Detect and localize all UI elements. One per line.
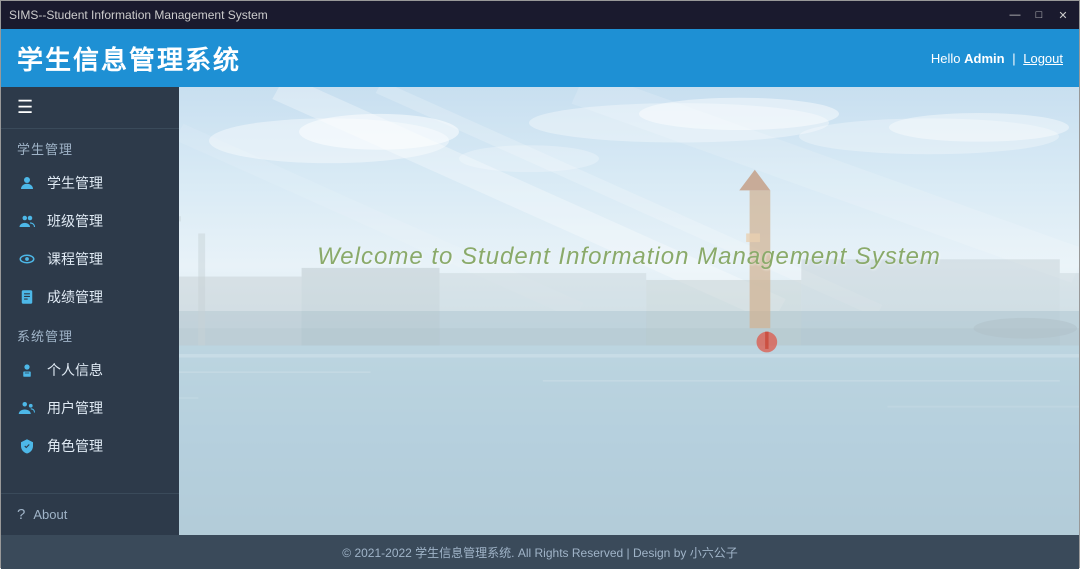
sidebar-item-label: 用户管理: [47, 398, 103, 418]
person-icon: [17, 173, 37, 193]
sidebar-toggle-button[interactable]: ☰: [1, 87, 179, 129]
person-badge-icon: [17, 360, 37, 380]
window-controls: — □ ✕: [1007, 7, 1071, 23]
sidebar-item-class-mgmt[interactable]: 班级管理: [1, 202, 179, 240]
group-icon: [17, 211, 37, 231]
sidebar: ☰ 学生管理 学生管理 班级管理: [1, 87, 179, 535]
minimize-button[interactable]: —: [1007, 7, 1023, 23]
about-button[interactable]: ? About: [1, 493, 179, 535]
title-bar: SIMS--Student Information Management Sys…: [1, 1, 1079, 29]
sidebar-item-label: 学生管理: [47, 173, 103, 193]
sidebar-item-score-mgmt[interactable]: 成绩管理: [1, 278, 179, 316]
harbor-scene: [179, 87, 1079, 535]
sidebar-item-role-mgmt[interactable]: 角色管理: [1, 427, 179, 465]
maximize-button[interactable]: □: [1031, 7, 1047, 23]
content-area: Welcome to Student Information Managemen…: [179, 87, 1079, 535]
sidebar-item-label: 班级管理: [47, 211, 103, 231]
sidebar-item-user-mgmt[interactable]: 用户管理: [1, 389, 179, 427]
welcome-text: Welcome to Student Information Managemen…: [317, 243, 941, 271]
separator: |: [1012, 51, 1015, 66]
doc-icon: [17, 287, 37, 307]
sidebar-item-label: 课程管理: [47, 249, 103, 269]
footer-text: © 2021-2022 学生信息管理系统. All Rights Reserve…: [342, 544, 737, 561]
eye-icon: [17, 249, 37, 269]
content-background: Welcome to Student Information Managemen…: [179, 87, 1079, 535]
sidebar-item-student-mgmt[interactable]: 学生管理: [1, 164, 179, 202]
users-icon: [17, 398, 37, 418]
sidebar-item-label: 角色管理: [47, 436, 103, 456]
logout-button[interactable]: Logout: [1023, 51, 1063, 66]
admin-name: Admin: [964, 51, 1004, 66]
window-title: SIMS--Student Information Management Sys…: [9, 8, 268, 22]
close-button[interactable]: ✕: [1055, 7, 1071, 23]
section-label-system: 系统管理: [1, 316, 179, 351]
sidebar-item-course-mgmt[interactable]: 课程管理: [1, 240, 179, 278]
sidebar-item-personal-info[interactable]: 个人信息: [1, 351, 179, 389]
question-icon: ?: [17, 506, 25, 523]
app-header: 学生信息管理系统 Hello Admin | Logout: [1, 29, 1079, 87]
hello-text: Hello: [931, 51, 961, 66]
sidebar-item-label: 个人信息: [47, 360, 103, 380]
main-layout: ☰ 学生管理 学生管理 班级管理: [1, 87, 1079, 535]
header-user-info: Hello Admin | Logout: [931, 51, 1063, 66]
footer: © 2021-2022 学生信息管理系统. All Rights Reserve…: [1, 535, 1079, 569]
sidebar-item-label: 成绩管理: [47, 287, 103, 307]
section-label-student: 学生管理: [1, 129, 179, 164]
shield-icon: [17, 436, 37, 456]
app-title: 学生信息管理系统: [17, 40, 241, 77]
about-label: About: [33, 507, 67, 522]
